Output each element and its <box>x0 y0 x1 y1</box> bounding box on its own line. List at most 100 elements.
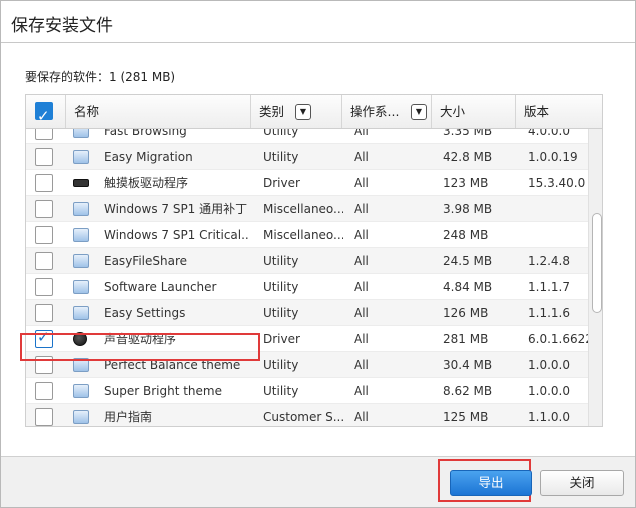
close-button[interactable]: 关闭 <box>540 470 624 496</box>
vertical-scrollbar[interactable] <box>588 129 602 426</box>
header-select-all-cell: ✓ <box>26 95 66 128</box>
column-header-size[interactable]: 大小 <box>432 95 516 128</box>
app-icon <box>73 129 89 138</box>
app-icon <box>73 280 89 294</box>
cell-size: 30.4 MB <box>443 358 493 372</box>
app-icon <box>73 384 89 398</box>
cell-version: 1.1.0.0 <box>528 410 570 424</box>
cell-version: 1.1.1.7 <box>528 280 570 294</box>
cell-os: All <box>354 150 369 164</box>
row-checkbox[interactable] <box>35 382 53 400</box>
column-header-size-label: 大小 <box>440 104 466 119</box>
table-body: Fast Browsing Utility All 3.35 MB 4.0.0.0 Eas… <box>26 129 588 426</box>
cell-type: Utility <box>263 129 299 138</box>
table-row[interactable]: 用户指南 Customer S... All 125 MB 1.1.0.0 <box>26 404 588 426</box>
table-row[interactable]: Windows 7 SP1 Critical... Miscellaneo... A… <box>26 222 588 248</box>
cell-os: All <box>354 228 369 242</box>
cell-name: Easy Migration <box>104 150 193 164</box>
cell-version: 15.3.40.0 <box>528 176 586 190</box>
cell-size: 281 MB <box>443 332 489 346</box>
row-checkbox[interactable] <box>35 408 53 426</box>
cell-name: Super Bright theme <box>104 384 222 398</box>
cell-type: Customer S... <box>263 410 343 424</box>
row-checkbox[interactable] <box>35 129 53 140</box>
app-icon <box>73 410 89 424</box>
check-icon: ✓ <box>37 107 50 125</box>
cell-size: 126 MB <box>443 306 489 320</box>
row-checkbox[interactable] <box>35 252 53 270</box>
cell-size: 3.35 MB <box>443 129 493 138</box>
table-row[interactable]: Software Launcher Utility All 4.84 MB 1.1.1.… <box>26 274 588 300</box>
table-row[interactable]: Easy Migration Utility All 42.8 MB 1.0.0.19 <box>26 144 588 170</box>
cell-size: 4.84 MB <box>443 280 493 294</box>
os-filter-dropdown-icon[interactable]: ▼ <box>411 104 427 120</box>
software-table: ✓ 名称 类别 ▼ 操作系... ▼ 大小 版本 Fast Browsing Util… <box>25 94 603 427</box>
table-row[interactable]: Windows 7 SP1 通用补丁 Miscellaneo... All 3.98 … <box>26 196 588 222</box>
cell-name: Software Launcher <box>104 280 217 294</box>
table-row[interactable]: 触摸板驱动程序 Driver All 123 MB 15.3.40.0 <box>26 170 588 196</box>
row-checkbox[interactable] <box>35 148 53 166</box>
cell-name: Easy Settings <box>104 306 186 320</box>
cell-os: All <box>354 202 369 216</box>
select-all-checkbox[interactable]: ✓ <box>35 102 53 125</box>
cell-os: All <box>354 254 369 268</box>
touchpad-icon <box>73 179 89 187</box>
cell-type: Miscellaneo... <box>263 202 343 216</box>
cell-name: EasyFileShare <box>104 254 187 268</box>
cell-os: All <box>354 332 369 346</box>
table-row[interactable]: Super Bright theme Utility All 8.62 MB 1.0.0… <box>26 378 588 404</box>
cell-type: Utility <box>263 358 299 372</box>
app-icon <box>73 228 89 242</box>
cell-os: All <box>354 280 369 294</box>
dialog-title: 保存安装文件 <box>11 16 113 36</box>
cell-size: 3.98 MB <box>443 202 493 216</box>
row-checkbox[interactable] <box>35 304 53 322</box>
cell-size: 125 MB <box>443 410 489 424</box>
cell-size: 123 MB <box>443 176 489 190</box>
cell-os: All <box>354 129 369 138</box>
cell-version: 1.0.0.0 <box>528 358 570 372</box>
row-checkbox[interactable] <box>35 278 53 296</box>
cell-version: 1.0.0.19 <box>528 150 578 164</box>
export-button[interactable]: 导出 <box>450 470 532 496</box>
column-header-version[interactable]: 版本 <box>516 95 602 128</box>
column-header-version-label: 版本 <box>524 104 550 119</box>
cell-type: Driver <box>263 332 300 346</box>
cell-version: 4.0.0.0 <box>528 129 570 138</box>
cell-size: 8.62 MB <box>443 384 493 398</box>
cell-type: Utility <box>263 254 299 268</box>
cell-type: Driver <box>263 176 300 190</box>
table-row[interactable]: Fast Browsing Utility All 3.35 MB 4.0.0.0 <box>26 129 588 144</box>
cell-size: 24.5 MB <box>443 254 493 268</box>
type-filter-dropdown-icon[interactable]: ▼ <box>295 104 311 120</box>
cell-type: Miscellaneo... <box>263 228 343 242</box>
column-header-type[interactable]: 类别 ▼ <box>251 95 342 128</box>
selection-summary: 要保存的软件：1 (281 MB) <box>25 70 176 84</box>
column-header-os[interactable]: 操作系... ▼ <box>342 95 432 128</box>
app-icon <box>73 202 89 216</box>
app-icon <box>73 254 89 268</box>
cell-os: All <box>354 176 369 190</box>
cell-name: Windows 7 SP1 通用补丁 <box>104 202 248 216</box>
row-checkbox[interactable] <box>35 200 53 218</box>
cell-version: 1.0.0.0 <box>528 384 570 398</box>
table-row[interactable]: Easy Settings Utility All 126 MB 1.1.1.6 <box>26 300 588 326</box>
column-header-name[interactable]: 名称 <box>66 95 251 128</box>
column-header-name-label: 名称 <box>74 104 100 119</box>
cell-version <box>528 196 588 222</box>
cell-name: 用户指南 <box>104 410 153 424</box>
row-checkbox[interactable] <box>35 174 53 192</box>
save-install-files-dialog: 保存安装文件 要保存的软件：1 (281 MB) ✓ 名称 类别 ▼ 操作系...… <box>0 0 636 508</box>
cell-name: Windows 7 SP1 Critical... <box>104 228 249 242</box>
row-checkbox[interactable] <box>35 226 53 244</box>
cell-size: 248 MB <box>443 228 489 242</box>
cell-type: Utility <box>263 280 299 294</box>
app-icon <box>73 306 89 320</box>
cell-type: Utility <box>263 306 299 320</box>
cell-os: All <box>354 384 369 398</box>
column-header-type-label: 类别 <box>259 104 285 119</box>
highlight-box-selected-row <box>20 333 260 361</box>
scrollbar-thumb[interactable] <box>592 213 602 313</box>
table-row[interactable]: EasyFileShare Utility All 24.5 MB 1.2.4.8 <box>26 248 588 274</box>
title-bar: 保存安装文件 <box>1 1 635 43</box>
